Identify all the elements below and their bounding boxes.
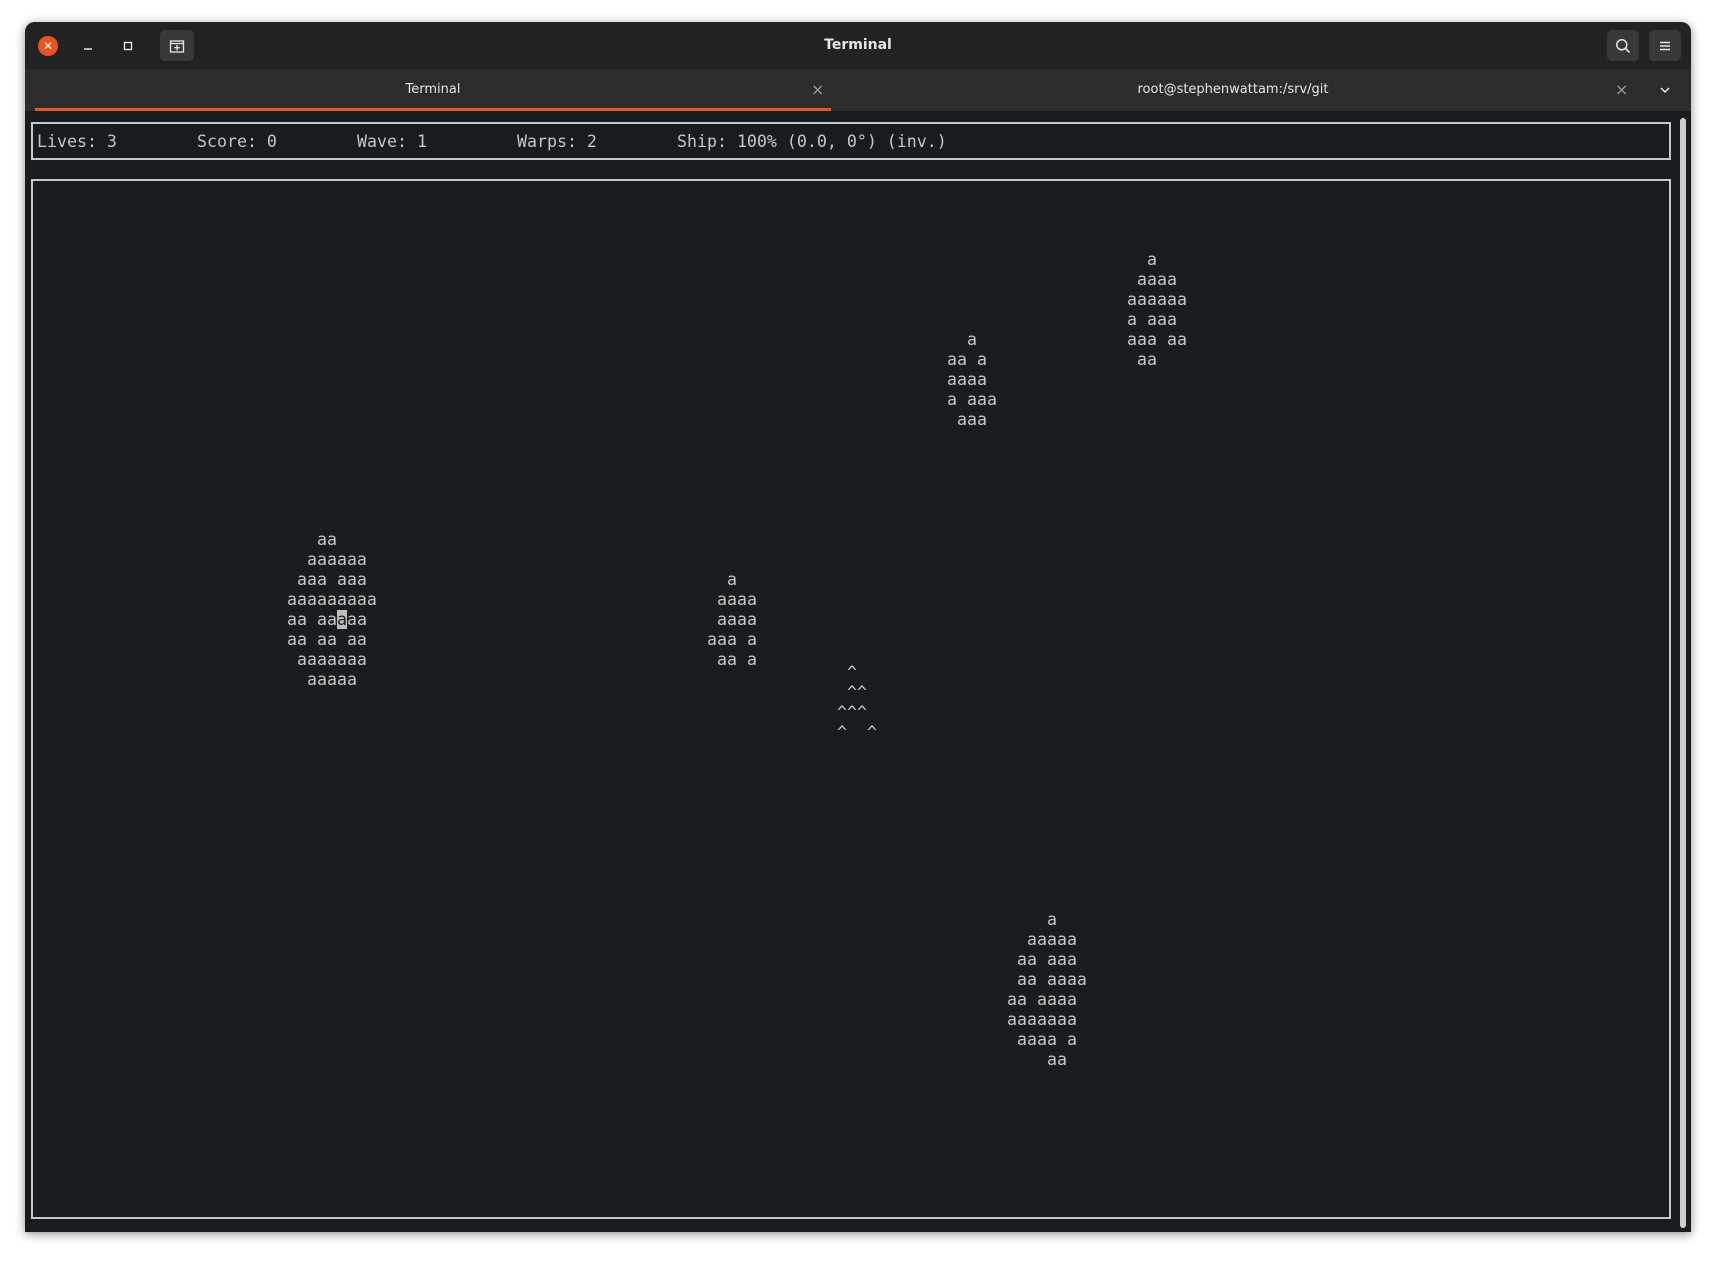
lives-counter: Lives: 3 — [37, 132, 117, 151]
terminal-window: ✕ Terminal Terminal × root@stephenwattam… — [25, 22, 1691, 1232]
chevron-down-icon[interactable] — [1655, 80, 1675, 100]
terminal-content[interactable]: Lives: 3 Score: 0 Wave: 1 Warps: 2 Ship:… — [25, 111, 1691, 1232]
scrollbar[interactable] — [1680, 118, 1686, 1228]
tab-root-srv-git[interactable]: root@stephenwattam:/srv/git × — [831, 69, 1635, 111]
warps-counter: Warps: 2 — [517, 132, 597, 151]
tab-bar: Terminal × root@stephenwattam:/srv/git × — [25, 69, 1691, 111]
player-ship: ^ ^^ ^^^ ^ ^ — [837, 663, 877, 742]
tab-label: Terminal — [405, 82, 461, 97]
asteroid: a aaaa aaaa aaa a aa a — [706, 570, 757, 669]
search-icon[interactable] — [1607, 30, 1639, 61]
wave-counter: Wave: 1 — [357, 132, 427, 151]
tab-label: root@stephenwattam:/srv/git — [1137, 82, 1329, 97]
hamburger-menu-icon[interactable] — [1649, 30, 1681, 61]
ship-status: Ship: 100% (0.0, 0°) (inv.) — [677, 132, 947, 151]
score-counter: Score: 0 — [197, 132, 277, 151]
asteroid: aa aaaaaa aaa aaa aaaaaaaaa aa aaaaa aa … — [287, 530, 377, 690]
asteroid: a aaaa aaaaaa a aaa aaa aa aa — [1127, 250, 1187, 369]
asteroid: a aa a aaaa a aaa aaa — [947, 330, 997, 429]
game-field: a aaaa aaaaaa a aaa aaa aa aa a aa a aaa… — [31, 179, 1671, 1219]
title-bar[interactable]: ✕ Terminal — [25, 22, 1691, 69]
window-title: Terminal — [824, 37, 892, 53]
asteroid: a aaaaa aa aaa aa aaaa aa aaaa aaaaaaa a… — [1007, 910, 1087, 1069]
close-tab-icon[interactable]: × — [811, 80, 824, 99]
tab-terminal[interactable]: Terminal × — [35, 69, 831, 111]
close-tab-icon[interactable]: × — [1615, 80, 1628, 99]
status-bar: Lives: 3 Score: 0 Wave: 1 Warps: 2 Ship:… — [31, 122, 1671, 160]
terminal-cursor: a — [336, 610, 347, 629]
